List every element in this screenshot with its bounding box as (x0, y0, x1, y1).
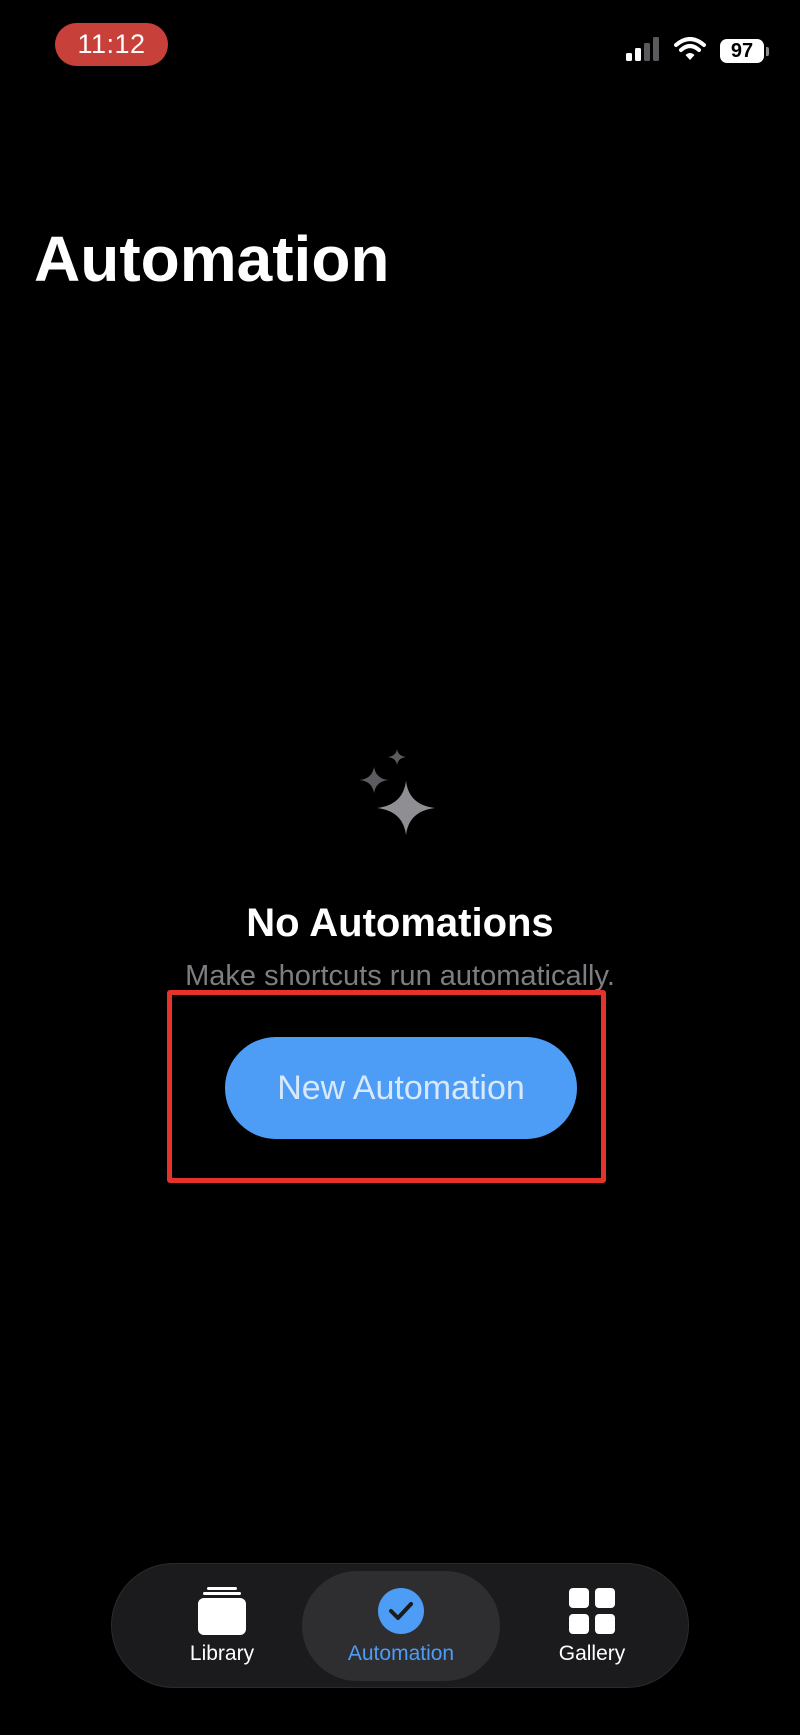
tab-gallery[interactable]: Gallery (512, 1564, 672, 1687)
library-icon (197, 1586, 247, 1636)
gallery-grid-icon (567, 1586, 617, 1636)
sparkles-icon (350, 745, 450, 860)
tab-gallery-label: Gallery (558, 1641, 626, 1665)
tab-library-label: Library (189, 1641, 255, 1665)
empty-state-title: No Automations (246, 901, 554, 945)
status-time: 11:12 (55, 23, 168, 66)
wifi-icon (674, 36, 706, 66)
automation-clock-icon (376, 1586, 426, 1636)
tab-library[interactable]: Library (152, 1564, 292, 1687)
empty-state-subtitle: Make shortcuts run automatically. (185, 960, 615, 992)
cellular-signal-icon (626, 36, 660, 66)
tab-automation[interactable]: Automation (302, 1571, 500, 1681)
new-automation-button[interactable]: New Automation (225, 1037, 577, 1139)
status-indicators: 97 (626, 36, 769, 66)
page-title: Automation (34, 223, 390, 295)
battery-indicator: 97 (720, 39, 769, 63)
tab-bar: Library Automation Gallery (111, 1563, 689, 1688)
tab-automation-label: Automation (347, 1642, 455, 1665)
